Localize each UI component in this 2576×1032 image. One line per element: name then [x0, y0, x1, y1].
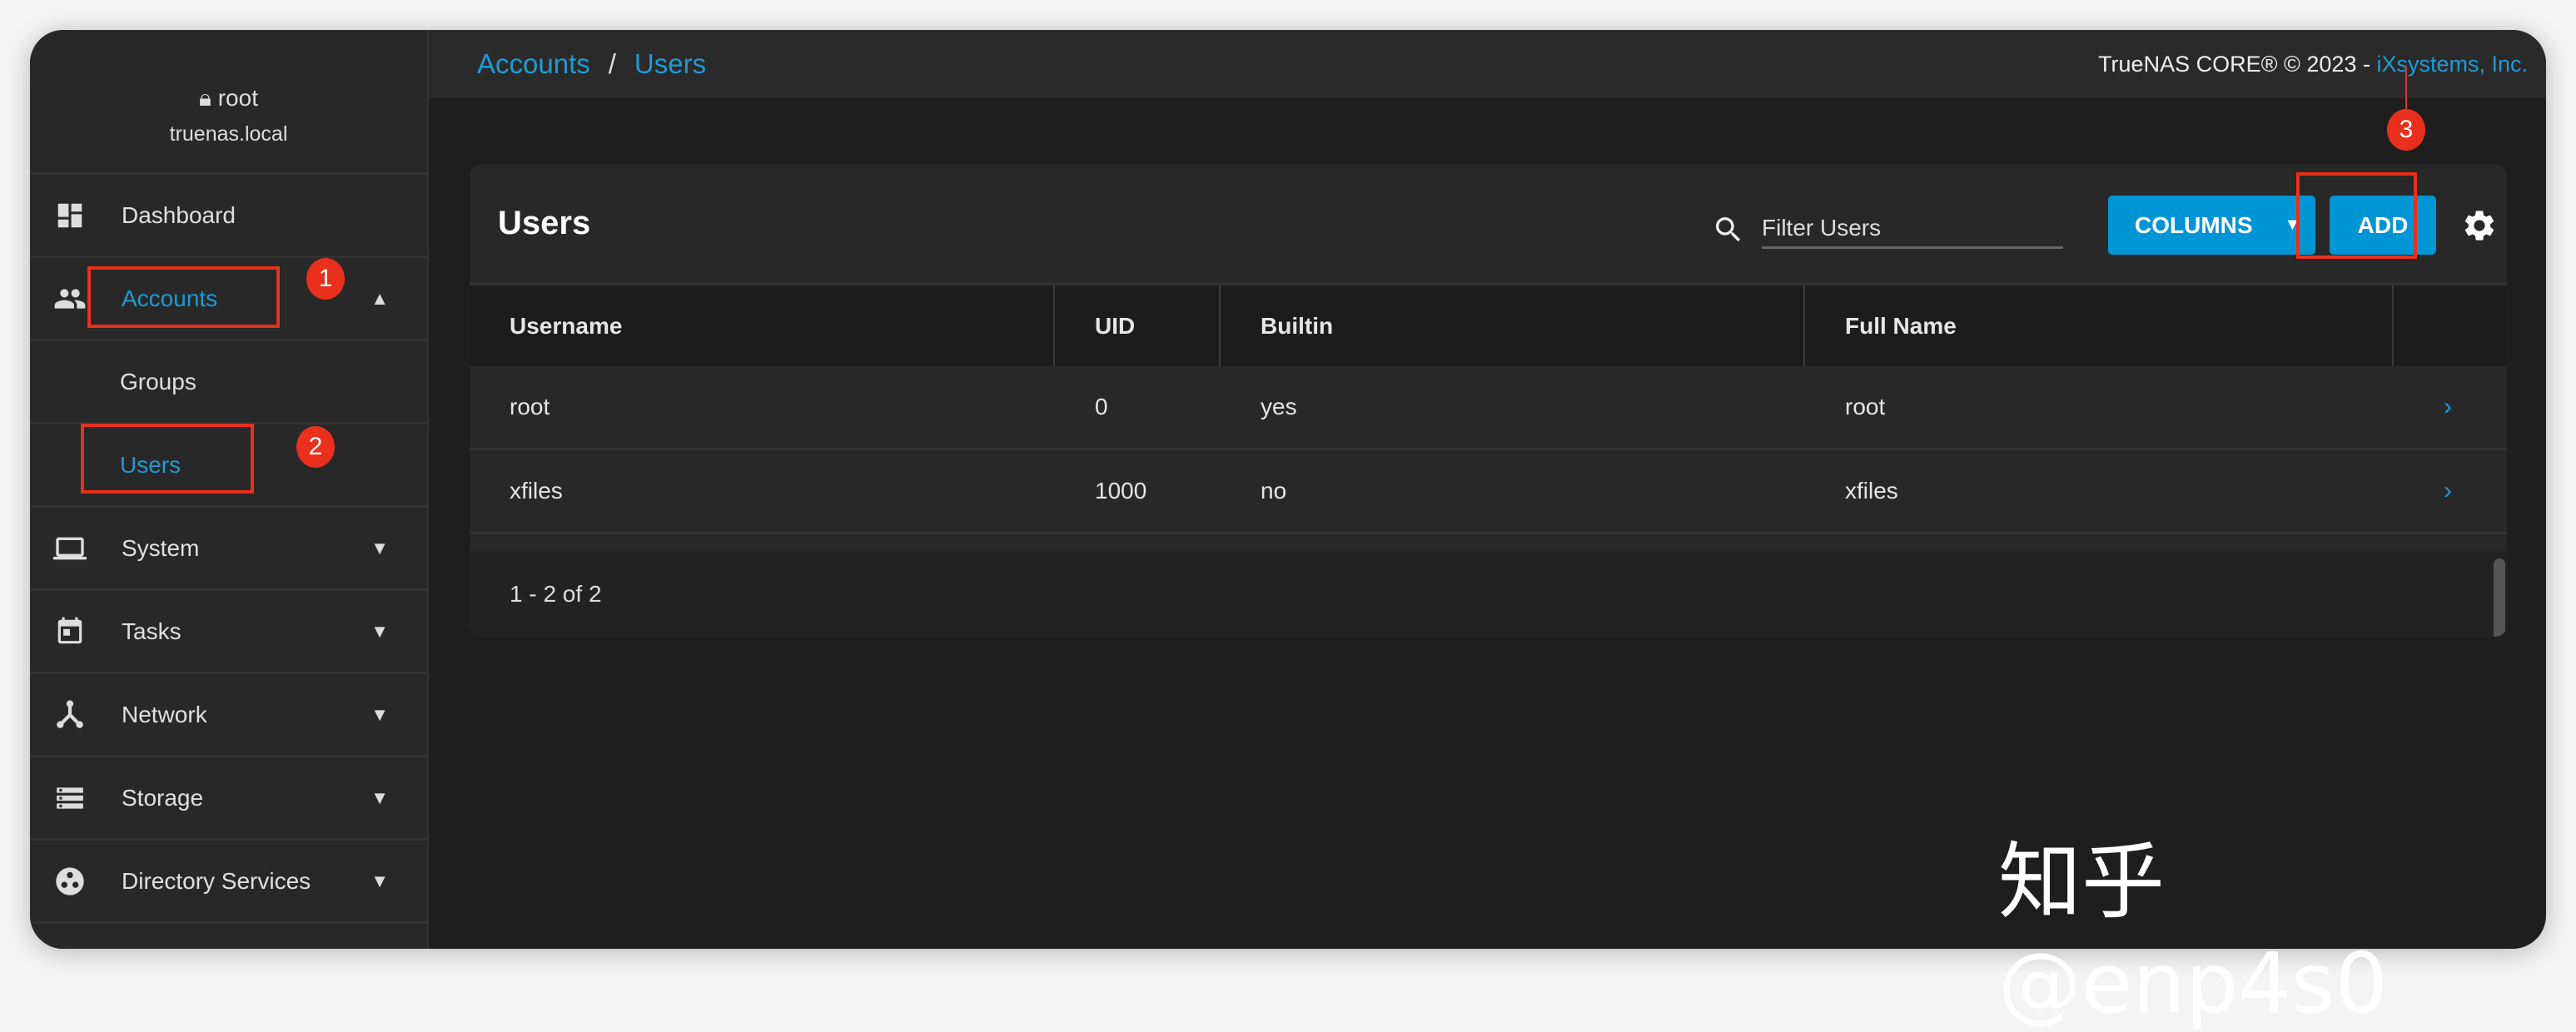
cell-uid: 1000 — [1095, 478, 1147, 504]
users-card: Users COLUMNS▼ ADD Username UID Builtin … — [470, 164, 2507, 637]
column-uid[interactable]: UID — [1055, 285, 1221, 366]
annotation-box-accounts — [87, 266, 280, 328]
chevron-up-icon: ▲ — [370, 287, 389, 309]
cell-username: xfiles — [510, 478, 563, 504]
calendar-icon — [53, 615, 87, 648]
network-icon — [53, 698, 87, 732]
sidebar-item-network[interactable]: Network ▼ — [30, 674, 427, 757]
sidebar-item-system[interactable]: System ▼ — [30, 508, 427, 591]
columns-label: COLUMNS — [2135, 211, 2253, 238]
label: Groups — [120, 368, 196, 394]
chevron-down-icon: ▼ — [370, 786, 389, 808]
column-full-name[interactable]: Full Name — [1805, 285, 2394, 366]
scrollbar[interactable] — [2494, 558, 2505, 637]
page-title: Users — [498, 205, 591, 241]
label: Tasks — [122, 618, 182, 644]
search-icon — [1716, 216, 1741, 241]
cell-builtin: no — [1261, 478, 1287, 504]
annotation-box-add — [2296, 172, 2417, 259]
column-builtin[interactable]: Builtin — [1221, 285, 1805, 366]
label: Dashboard — [122, 201, 236, 228]
columns-button[interactable]: COLUMNS ▼ — [2108, 196, 2315, 255]
cell-builtin: yes — [1261, 394, 1297, 419]
sidebar-item-groups[interactable]: Groups — [30, 341, 427, 424]
breadcrumb-accounts[interactable]: Accounts — [477, 48, 590, 79]
breadcrumb: Accounts / Users — [477, 48, 706, 80]
cell-full-name: root — [1845, 394, 1886, 419]
dashboard-icon — [53, 199, 87, 232]
table-row[interactable]: root 0 yes root › — [470, 366, 2507, 450]
cell-username: root — [510, 394, 550, 419]
chevron-down-icon: ▼ — [370, 620, 389, 642]
expand-chevron-icon[interactable]: › — [2394, 450, 2507, 532]
annotation-badge-1: 1 — [306, 258, 345, 300]
filter-users — [1712, 210, 2063, 249]
sidebar-item-storage[interactable]: Storage ▼ — [30, 757, 427, 841]
cell-uid: 0 — [1095, 394, 1108, 419]
storage-icon — [53, 781, 87, 815]
sidebar-item-tasks[interactable]: Tasks ▼ — [30, 591, 427, 674]
user-info: 🔒︎ root truenas.local — [30, 30, 427, 175]
top-bar: Accounts / Users TrueNAS CORE® © 2023 - iX… — [429, 30, 2546, 98]
table-footer: 1 - 2 of 2 — [470, 551, 2507, 637]
label: Storage — [122, 784, 204, 811]
breadcrumb-users[interactable]: Users — [634, 48, 706, 79]
chevron-down-icon: ▼ — [370, 703, 389, 725]
cell-full-name: xfiles — [1845, 478, 1898, 504]
lock-icon: 🔒︎ — [199, 85, 211, 111]
chevron-down-icon: ▼ — [370, 537, 389, 558]
sidebar-item-dashboard[interactable]: Dashboard — [30, 175, 427, 258]
label: Directory Services — [122, 867, 311, 894]
column-username[interactable]: Username — [470, 285, 1055, 366]
breadcrumb-separator: / — [608, 48, 616, 79]
annotation-line — [2405, 67, 2407, 110]
company-link[interactable]: iXsystems, Inc. — [2376, 52, 2528, 77]
filter-users-input[interactable] — [1762, 210, 2063, 249]
directory-icon — [53, 865, 87, 898]
username: root — [217, 85, 258, 111]
table-row[interactable]: xfiles 1000 no xfiles › — [470, 450, 2507, 534]
label: System — [122, 534, 200, 561]
chevron-down-icon: ▼ — [370, 870, 389, 891]
sidebar-item-directory-services[interactable]: Directory Services ▼ — [30, 841, 427, 924]
gear-icon[interactable] — [2461, 207, 2498, 244]
card-header: Users COLUMNS▼ ADD — [470, 164, 2507, 285]
expand-chevron-icon[interactable]: › — [2394, 366, 2507, 448]
copyright: TrueNAS CORE® © 2023 - iXsystems, Inc. — [2098, 52, 2528, 77]
app-window: 🔒︎ root truenas.local Dashboard Accounts… — [30, 30, 2546, 949]
pagination-text: 1 - 2 of 2 — [510, 580, 602, 607]
watermark: 知乎 @enp4s0 — [1998, 833, 2388, 1032]
people-icon — [53, 282, 87, 315]
annotation-box-users — [81, 424, 254, 494]
laptop-icon — [53, 532, 87, 565]
annotation-badge-2: 2 — [296, 426, 335, 468]
copyright-text: TrueNAS CORE® © 2023 - — [2098, 51, 2377, 77]
annotation-badge-3: 3 — [2387, 109, 2425, 151]
table-header: Username UID Builtin Full Name — [470, 285, 2507, 366]
column-actions — [2394, 285, 2507, 366]
label: Network — [122, 701, 207, 727]
hostname: truenas.local — [169, 122, 288, 146]
